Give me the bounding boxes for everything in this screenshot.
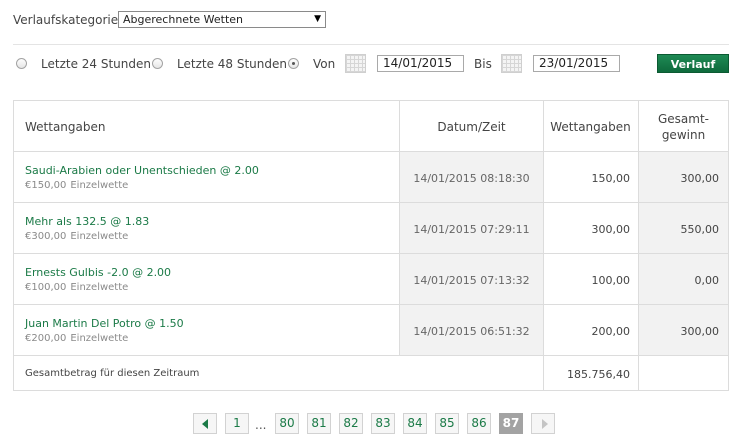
column-divider bbox=[543, 101, 544, 390]
history-category-value: Abgerechnete Wetten bbox=[123, 13, 244, 26]
page-button[interactable]: 82 bbox=[339, 413, 363, 434]
column-divider bbox=[638, 101, 639, 390]
bet-winnings: 300,00 bbox=[680, 325, 720, 338]
bet-selection-link[interactable]: Mehr als 132.5 @ 1.83 bbox=[25, 215, 149, 228]
radio-last-48h-label: Letzte 48 Stunden bbox=[177, 57, 287, 71]
bet-stake-info: €150,00 Einzelwette bbox=[25, 180, 132, 191]
radio-last-48h[interactable] bbox=[152, 58, 163, 69]
period-total-value: 185.756,40 bbox=[567, 368, 630, 381]
history-submit-button[interactable]: Verlauf bbox=[657, 54, 729, 73]
header-total-win-line1: Gesamt- bbox=[657, 112, 709, 126]
page-button[interactable]: 80 bbox=[275, 413, 299, 434]
bet-selection-link[interactable]: Saudi-Arabien oder Unentschieden @ 2.00 bbox=[25, 164, 259, 177]
row-divider bbox=[14, 202, 728, 203]
from-date-input[interactable]: 14/01/2015 bbox=[377, 55, 464, 72]
history-category-select[interactable]: Abgerechnete Wetten ▼ bbox=[118, 11, 326, 28]
bet-stake-amount: €200,00 bbox=[25, 333, 67, 344]
row-divider bbox=[14, 253, 728, 254]
bet-datetime: 14/01/2015 08:18:30 bbox=[413, 172, 530, 185]
bet-stake: 200,00 bbox=[591, 325, 631, 338]
header-total-win-line2: gewinn bbox=[661, 128, 706, 142]
bet-type: Einzelwette bbox=[70, 231, 129, 242]
bet-datetime: 14/01/2015 07:13:32 bbox=[413, 274, 530, 287]
chevron-right-icon bbox=[542, 419, 548, 429]
divider bbox=[13, 44, 729, 45]
bet-stake-info: €100,00 Einzelwette bbox=[25, 282, 132, 293]
bet-stake: 100,00 bbox=[591, 274, 631, 287]
header-datetime: Datum/Zeit bbox=[437, 120, 506, 134]
page-button[interactable]: 83 bbox=[371, 413, 395, 434]
bet-stake: 150,00 bbox=[591, 172, 631, 185]
row-divider bbox=[14, 355, 728, 356]
page-button[interactable]: 85 bbox=[435, 413, 459, 434]
pagination-ellipsis: ... bbox=[255, 418, 267, 432]
page-button[interactable]: 81 bbox=[307, 413, 331, 434]
radio-last-24h-label: Letzte 24 Stunden bbox=[41, 57, 151, 71]
header-bets: Wettangaben bbox=[25, 120, 106, 134]
bet-stake-amount: €150,00 bbox=[25, 180, 67, 191]
bet-stake-amount: €300,00 bbox=[25, 231, 67, 242]
radio-date-range[interactable] bbox=[288, 58, 299, 69]
history-category-label: Verlaufskategorie bbox=[13, 13, 119, 27]
bet-history-table: Wettangaben Datum/Zeit Wettangaben Gesam… bbox=[13, 100, 729, 391]
period-total-label: Gesamtbetrag für diesen Zeitraum bbox=[25, 368, 200, 379]
bet-stake: 300,00 bbox=[591, 223, 631, 236]
to-date-label: Bis bbox=[474, 57, 492, 71]
row-divider bbox=[14, 151, 728, 152]
current-page-button[interactable]: 87 bbox=[499, 413, 523, 434]
bet-type: Einzelwette bbox=[70, 282, 129, 293]
page-button[interactable]: 84 bbox=[403, 413, 427, 434]
radio-date-range-label: Von bbox=[313, 57, 336, 71]
bet-winnings: 0,00 bbox=[694, 274, 720, 287]
bet-winnings: 300,00 bbox=[680, 172, 720, 185]
chevron-left-icon bbox=[202, 419, 208, 429]
bet-type: Einzelwette bbox=[70, 180, 129, 191]
next-page-button[interactable] bbox=[531, 413, 555, 434]
bet-datetime: 14/01/2015 07:29:11 bbox=[413, 223, 530, 236]
bet-stake-amount: €100,00 bbox=[25, 282, 67, 293]
radio-last-24h[interactable] bbox=[16, 58, 27, 69]
calendar-icon[interactable] bbox=[501, 54, 522, 73]
prev-page-button[interactable] bbox=[193, 413, 217, 434]
calendar-icon[interactable] bbox=[345, 54, 366, 73]
bet-selection-link[interactable]: Juan Martin Del Potro @ 1.50 bbox=[25, 317, 184, 330]
bet-selection-link[interactable]: Ernests Gulbis -2.0 @ 2.00 bbox=[25, 266, 171, 279]
dropdown-arrow-icon: ▼ bbox=[314, 14, 321, 24]
page-button[interactable]: 1 bbox=[225, 413, 249, 434]
bet-winnings: 550,00 bbox=[680, 223, 720, 236]
bet-stake-info: €200,00 Einzelwette bbox=[25, 333, 132, 344]
bet-stake-info: €300,00 Einzelwette bbox=[25, 231, 132, 242]
row-divider bbox=[14, 304, 728, 305]
page-button[interactable]: 86 bbox=[467, 413, 491, 434]
header-stake: Wettangaben bbox=[550, 120, 631, 134]
bet-datetime: 14/01/2015 06:51:32 bbox=[413, 325, 530, 338]
to-date-input[interactable]: 23/01/2015 bbox=[533, 55, 620, 72]
bet-type: Einzelwette bbox=[70, 333, 129, 344]
